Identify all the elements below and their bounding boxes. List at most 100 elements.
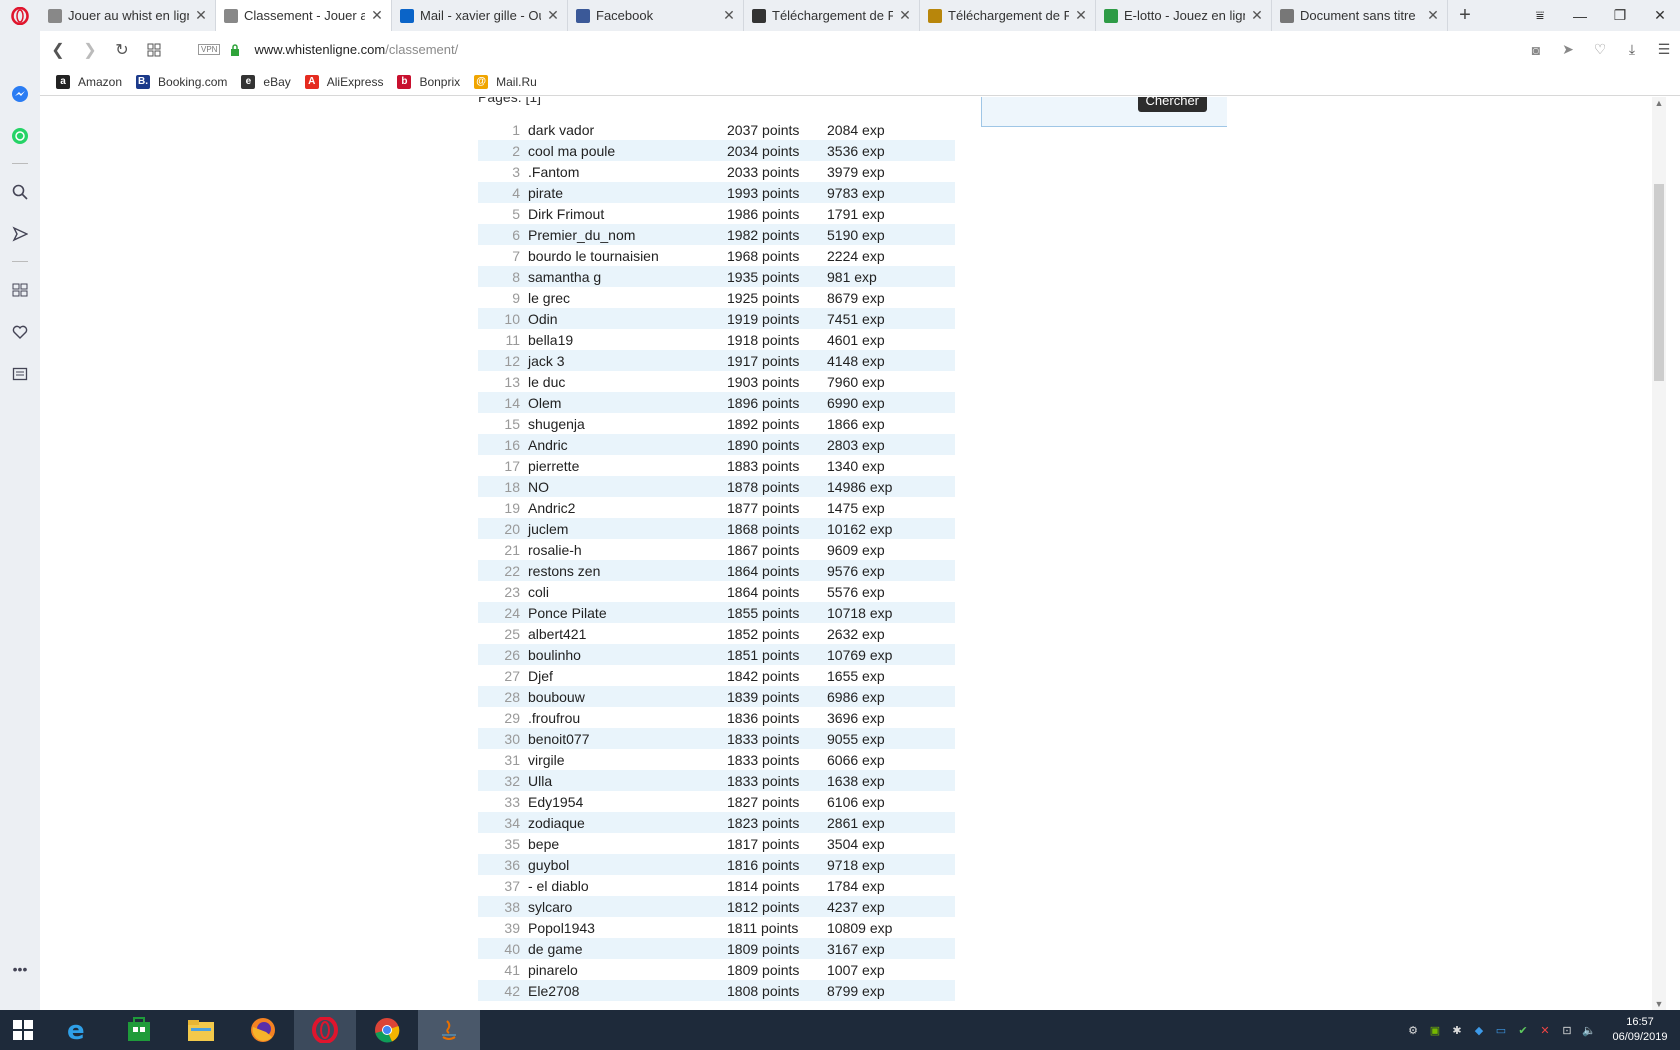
- player-name[interactable]: Andric2: [528, 497, 727, 518]
- scrollbar[interactable]: ▲ ▼: [1652, 97, 1666, 1010]
- close-tab-icon[interactable]: ✕: [371, 7, 383, 24]
- scrollbar-thumb[interactable]: [1654, 184, 1664, 381]
- close-tab-icon[interactable]: ✕: [1075, 7, 1087, 24]
- back-button[interactable]: ❮: [42, 35, 74, 65]
- messages-icon[interactable]: ▭: [1490, 1010, 1512, 1050]
- tab-2[interactable]: Classement - Jouer au whist ✕: [216, 0, 392, 31]
- player-name[interactable]: juclem: [528, 518, 727, 539]
- heart-icon[interactable]: [10, 322, 30, 342]
- bluetooth-icon[interactable]: ✱: [1446, 1010, 1468, 1050]
- tab-7[interactable]: E-lotto - Jouez en ligne ✕: [1096, 0, 1272, 31]
- player-name[interactable]: le grec: [528, 287, 727, 308]
- remove-device-icon[interactable]: ✕: [1534, 1010, 1556, 1050]
- bookmark-1[interactable]: a Amazon: [56, 74, 122, 89]
- close-tab-icon[interactable]: ✕: [1251, 7, 1263, 24]
- player-name[interactable]: Olem: [528, 392, 727, 413]
- bookmark-2[interactable]: B. Booking.com: [136, 74, 227, 89]
- player-name[interactable]: jack 3: [528, 350, 727, 371]
- speed-dial-icon[interactable]: [10, 280, 30, 300]
- close-tab-icon[interactable]: ✕: [547, 7, 559, 24]
- player-name[interactable]: le duc: [528, 371, 727, 392]
- tab-1[interactable]: Jouer au whist en ligne ✕: [40, 0, 216, 31]
- player-name[interactable]: - el diablo: [528, 875, 727, 896]
- security-icon[interactable]: ✔: [1512, 1010, 1534, 1050]
- player-name[interactable]: samantha g: [528, 266, 727, 287]
- nvidia-icon[interactable]: ▣: [1424, 1010, 1446, 1050]
- forward-button[interactable]: ❯: [74, 35, 106, 65]
- player-name[interactable]: rosalie-h: [528, 539, 727, 560]
- clock[interactable]: 16:57 06/09/2019: [1600, 1015, 1680, 1045]
- player-name[interactable]: NO: [528, 476, 727, 497]
- tab-5[interactable]: Téléchargement de Films ✕: [744, 0, 920, 31]
- volume-icon[interactable]: 🔈: [1578, 1010, 1600, 1050]
- player-name[interactable]: Premier_du_nom: [528, 224, 727, 245]
- close-tab-icon[interactable]: ✕: [723, 7, 735, 24]
- player-name[interactable]: pierrette: [528, 455, 727, 476]
- scroll-down-arrow[interactable]: ▼: [1652, 999, 1666, 1009]
- close-tab-icon[interactable]: ✕: [899, 7, 911, 24]
- bookmark-5[interactable]: b Bonprix: [397, 74, 460, 89]
- player-name[interactable]: restons zen: [528, 560, 727, 581]
- player-name[interactable]: shugenja: [528, 413, 727, 434]
- player-name[interactable]: bella19: [528, 329, 727, 350]
- player-name[interactable]: Odin: [528, 308, 727, 329]
- player-name[interactable]: zodiaque: [528, 812, 727, 833]
- bookmark-3[interactable]: e eBay: [241, 74, 291, 89]
- reload-button[interactable]: ↻: [106, 35, 138, 65]
- easy-setup-icon[interactable]: ☰: [1648, 41, 1680, 58]
- share-icon[interactable]: ➤: [1552, 41, 1584, 58]
- tab-8[interactable]: Document sans titre ✕: [1272, 0, 1448, 31]
- start-icon[interactable]: [0, 1010, 46, 1050]
- player-name[interactable]: bepe: [528, 833, 727, 854]
- bookmark-6[interactable]: @ Mail.Ru: [474, 74, 537, 89]
- restore-button[interactable]: ❐: [1600, 0, 1640, 31]
- dropbox-icon[interactable]: ◆: [1468, 1010, 1490, 1050]
- network-share-icon[interactable]: ⚙: [1402, 1010, 1424, 1050]
- search-icon[interactable]: [10, 182, 30, 202]
- new-tab-button[interactable]: +: [1448, 0, 1482, 31]
- minimize-button[interactable]: —: [1560, 0, 1600, 31]
- player-name[interactable]: dark vador: [528, 119, 727, 140]
- player-name[interactable]: Ponce Pilate: [528, 602, 727, 623]
- player-name[interactable]: benoit077: [528, 728, 727, 749]
- chrome-icon[interactable]: [356, 1010, 418, 1050]
- player-name[interactable]: cool ma poule: [528, 140, 727, 161]
- player-name[interactable]: Andric: [528, 434, 727, 455]
- pagination-label[interactable]: Pages: [1]: [478, 97, 541, 105]
- player-name[interactable]: Edy1954: [528, 791, 727, 812]
- player-name[interactable]: Ulla: [528, 770, 727, 791]
- store-icon[interactable]: [108, 1010, 170, 1050]
- tab-4[interactable]: Facebook ✕: [568, 0, 744, 31]
- player-name[interactable]: guybol: [528, 854, 727, 875]
- download-icon[interactable]: ⤓: [1616, 41, 1648, 58]
- player-name[interactable]: .froufrou: [528, 707, 727, 728]
- whatsapp-icon[interactable]: [10, 126, 30, 146]
- opera-icon[interactable]: [294, 1010, 356, 1050]
- more-icon[interactable]: •••: [10, 959, 30, 979]
- java-icon[interactable]: [418, 1010, 480, 1050]
- player-name[interactable]: de game: [528, 938, 727, 959]
- tab-menu-icon[interactable]: ⩸: [1520, 0, 1560, 31]
- close-tab-icon[interactable]: ✕: [195, 7, 207, 24]
- tab-6[interactable]: Téléchargement de Films ✕: [920, 0, 1096, 31]
- internet-explorer-icon[interactable]: e: [46, 1010, 108, 1050]
- firefox-icon[interactable]: [232, 1010, 294, 1050]
- player-name[interactable]: boulinho: [528, 644, 727, 665]
- snapshot-icon[interactable]: ◙: [1520, 42, 1552, 58]
- player-name[interactable]: coli: [528, 581, 727, 602]
- search-button[interactable]: Chercher: [1137, 97, 1207, 112]
- bookmark-4[interactable]: A AliExpress: [304, 74, 383, 89]
- close-window-button[interactable]: ✕: [1640, 0, 1680, 31]
- bookmark-heart-icon[interactable]: ♡: [1584, 41, 1616, 58]
- tab-3[interactable]: Mail - xavier gille - Outlook ✕: [392, 0, 568, 31]
- news-icon[interactable]: [10, 364, 30, 384]
- network-icon[interactable]: ⊡: [1556, 1010, 1578, 1050]
- player-name[interactable]: Djef: [528, 665, 727, 686]
- speed-dial-button[interactable]: [138, 35, 170, 65]
- url-field[interactable]: VPN www.whistenligne.com/classement/: [198, 42, 458, 57]
- send-icon[interactable]: [10, 224, 30, 244]
- player-name[interactable]: bourdo le tournaisien: [528, 245, 727, 266]
- scroll-up-arrow[interactable]: ▲: [1652, 98, 1666, 108]
- vpn-badge[interactable]: VPN: [198, 44, 221, 55]
- player-name[interactable]: sylcaro: [528, 896, 727, 917]
